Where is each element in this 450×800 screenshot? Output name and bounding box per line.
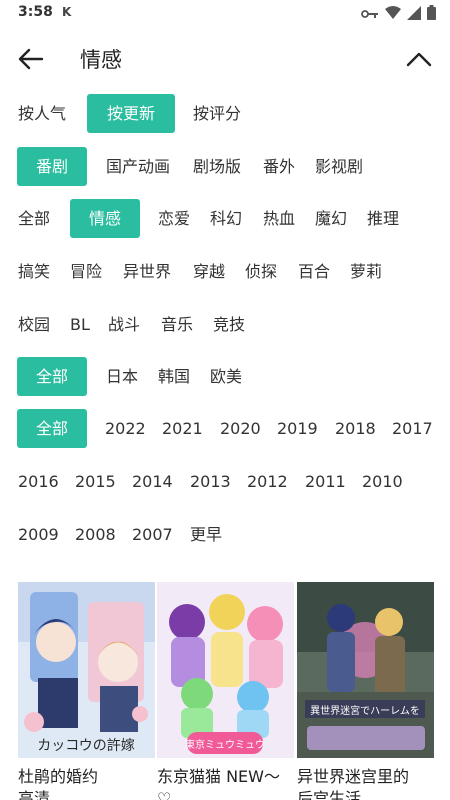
genre-chip-detective[interactable]: 侦探: [245, 252, 277, 291]
year-chip-2012[interactable]: 2012: [247, 462, 288, 501]
sort-latest-chip[interactable]: 按更新: [87, 94, 175, 133]
genre-chip-isekai[interactable]: 异世界: [123, 252, 171, 291]
status-bar: 3:58 K: [0, 0, 450, 26]
year-chip-2011[interactable]: 2011: [305, 462, 346, 501]
year-chip-2020[interactable]: 2020: [220, 409, 261, 448]
status-time: 3:58: [18, 4, 53, 20]
year-chip-2008[interactable]: 2008: [75, 515, 116, 554]
region-chip-japan[interactable]: 日本: [106, 357, 138, 396]
genre-chip-yuri[interactable]: 百合: [298, 252, 330, 291]
genre-chip-time-travel[interactable]: 穿越: [193, 252, 225, 291]
year-chip-2007[interactable]: 2007: [132, 515, 173, 554]
year-chip-all[interactable]: 全部: [17, 409, 87, 448]
genre-chip-comedy[interactable]: 搞笑: [18, 252, 50, 291]
status-k-label: K: [62, 5, 72, 19]
region-chip-western[interactable]: 欧美: [210, 357, 242, 396]
anime-title: 杜鹃的婚约: [18, 767, 99, 786]
year-chip-2019[interactable]: 2019: [277, 409, 318, 448]
year-filter-row-2: 2016 2015 2014 2013 2012 2011 2010: [0, 462, 450, 502]
genre-chip-school[interactable]: 校园: [18, 305, 50, 344]
anime-poster[interactable]: 東京ミュウミュウ: [157, 582, 294, 758]
year-filter-row-1: 全部 2022 2021 2020 2019 2018 2017: [0, 409, 450, 449]
type-chip-anime[interactable]: 番剧: [17, 147, 87, 186]
arrow-left-icon: [18, 48, 44, 70]
genre-chip-sports[interactable]: 竞技: [213, 305, 245, 344]
anime-card[interactable]: 異世界迷宮でハーレムを 异世界迷宫里的 后宫生活: [297, 582, 434, 800]
type-filter-row: 番剧 国产动画 剧场版 番外 影视剧: [0, 147, 450, 187]
genre-chip-fantasy[interactable]: 魔幻: [315, 199, 347, 238]
region-filter-row: 全部 日本 韩国 欧美: [0, 357, 450, 397]
genre-chip-battle[interactable]: 战斗: [108, 305, 140, 344]
wifi-icon: [385, 5, 401, 24]
region-chip-all[interactable]: 全部: [17, 357, 87, 396]
year-chip-2021[interactable]: 2021: [162, 409, 203, 448]
genre-chip-music[interactable]: 音乐: [161, 305, 193, 344]
region-chip-korea[interactable]: 韩国: [158, 357, 190, 396]
year-chip-2022[interactable]: 2022: [105, 409, 146, 448]
year-chip-2014[interactable]: 2014: [132, 462, 173, 501]
anime-poster[interactable]: カッコウの許嫁: [18, 582, 155, 758]
app-bar: 情感: [0, 30, 450, 86]
signal-icon: [407, 5, 421, 24]
sort-rating-chip[interactable]: 按评分: [193, 94, 241, 133]
anime-title: 异世界迷宫里的: [297, 767, 410, 786]
year-chip-earlier[interactable]: 更早: [190, 515, 222, 554]
anime-subtitle: ♡: [157, 789, 172, 800]
year-chip-2010[interactable]: 2010: [362, 462, 403, 501]
year-chip-2017[interactable]: 2017: [392, 409, 433, 448]
type-chip-extra[interactable]: 番外: [263, 147, 295, 186]
genre-filter-row-2: 搞笑 冒险 异世界 穿越 侦探 百合 萝莉: [0, 252, 450, 292]
genre-chip-bl[interactable]: BL: [70, 305, 90, 344]
year-chip-2016[interactable]: 2016: [18, 462, 59, 501]
type-chip-drama[interactable]: 影视剧: [315, 147, 363, 186]
key-icon: [361, 5, 379, 24]
page-title: 情感: [80, 48, 122, 72]
chevron-up-icon: [406, 52, 432, 67]
anime-subtitle: 后宫生活: [297, 789, 362, 800]
back-button[interactable]: [14, 42, 48, 76]
year-chip-2015[interactable]: 2015: [75, 462, 116, 501]
year-chip-2009[interactable]: 2009: [18, 515, 59, 554]
year-chip-2013[interactable]: 2013: [190, 462, 231, 501]
poster-title-text: カッコウの許嫁: [37, 738, 134, 754]
year-chip-2018[interactable]: 2018: [335, 409, 376, 448]
status-icons: [361, 5, 436, 24]
genre-filter-row-1: 全部 情感 恋爱 科幻 热血 魔幻 推理: [0, 199, 450, 239]
genre-chip-all[interactable]: 全部: [18, 199, 50, 238]
type-chip-domestic[interactable]: 国产动画: [106, 147, 170, 186]
genre-chip-emotion[interactable]: 情感: [70, 199, 140, 238]
genre-chip-mystery[interactable]: 推理: [367, 199, 399, 238]
anime-card[interactable]: カッコウの許嫁 杜鹃的婚约 高清: [18, 582, 155, 800]
genre-chip-loli[interactable]: 萝莉: [350, 252, 382, 291]
genre-chip-romance[interactable]: 恋爱: [158, 199, 190, 238]
anime-card[interactable]: 東京ミュウミュウ 东京猫猫 NEW～ ♡: [157, 582, 294, 800]
anime-poster[interactable]: 異世界迷宮でハーレムを: [297, 582, 434, 758]
anime-subtitle: 高清: [18, 789, 51, 800]
type-chip-movie[interactable]: 剧场版: [193, 147, 241, 186]
genre-chip-hot-blood[interactable]: 热血: [263, 199, 295, 238]
poster-title-text: 東京ミュウミュウ: [185, 738, 265, 751]
battery-icon: [427, 5, 436, 24]
genre-filter-row-3: 校园 BL 战斗 音乐 竞技: [0, 305, 450, 345]
year-filter-row-3: 2009 2008 2007 更早: [0, 515, 450, 555]
genre-chip-adventure[interactable]: 冒险: [70, 252, 102, 291]
sort-filter-row: 按人气 按更新 按评分: [0, 94, 450, 134]
sort-popular-chip[interactable]: 按人气: [18, 94, 66, 133]
anime-title: 东京猫猫 NEW～: [157, 767, 280, 786]
poster-title-text: 異世界迷宮でハーレムを: [310, 704, 420, 717]
genre-chip-scifi[interactable]: 科幻: [210, 199, 242, 238]
collapse-button[interactable]: [402, 42, 436, 76]
